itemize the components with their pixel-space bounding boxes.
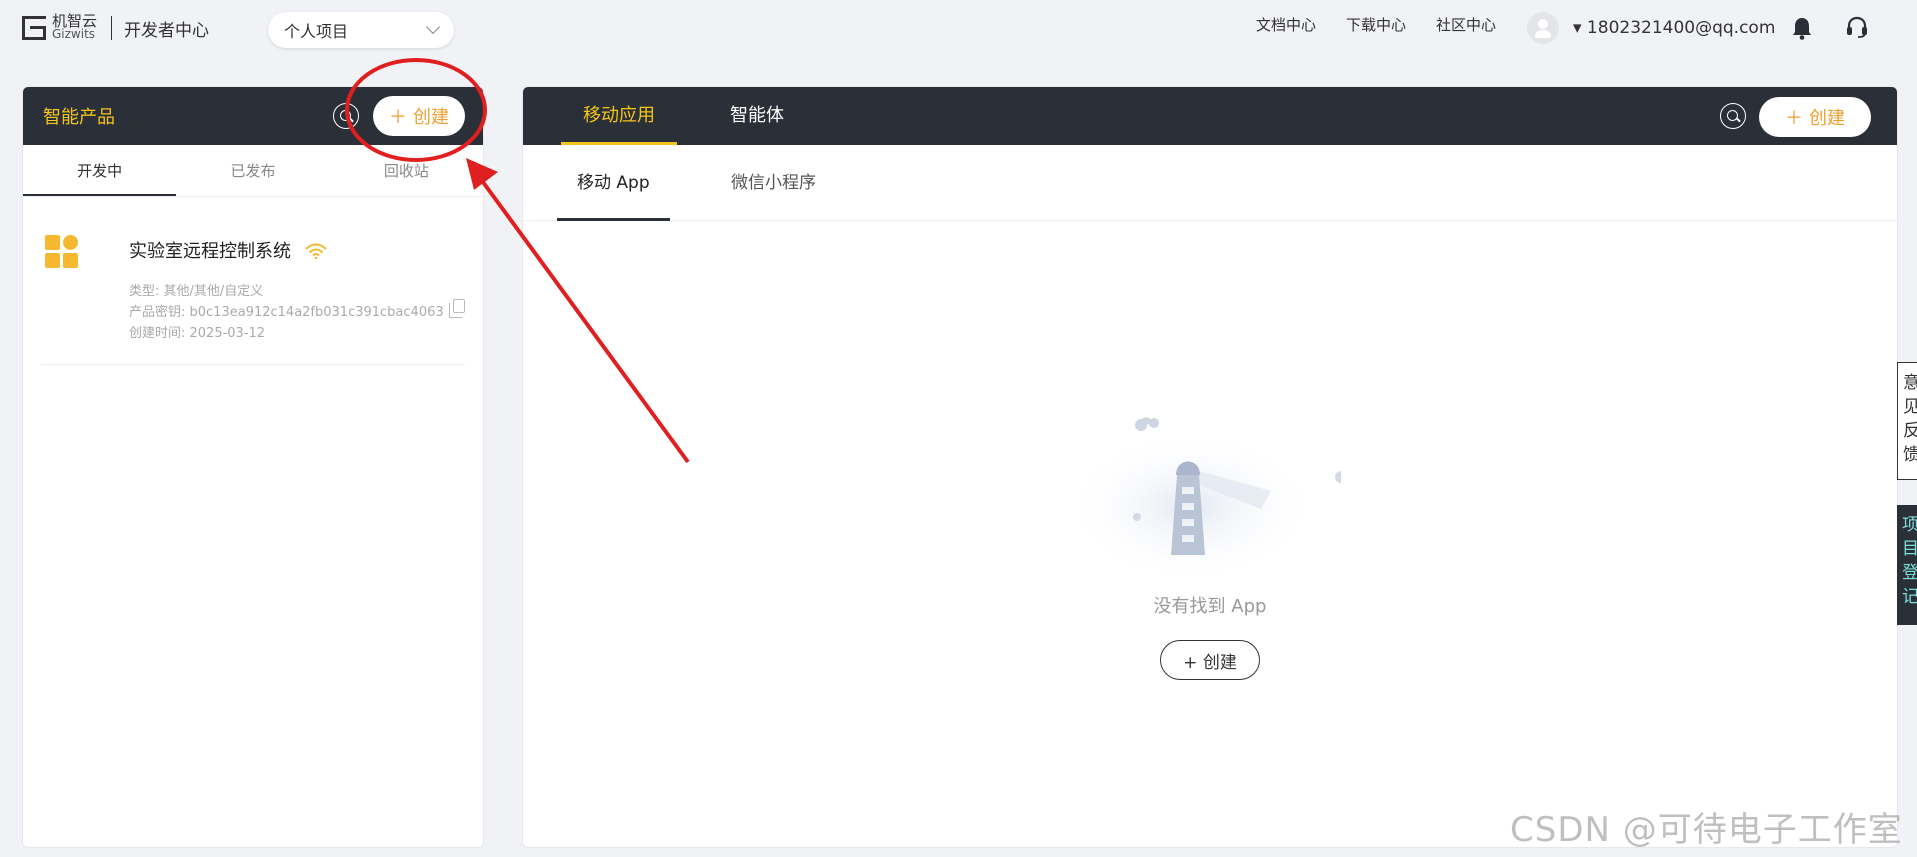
user-email[interactable]: ▾ 1802321400@qq.com	[1573, 18, 1775, 38]
product-status-tabs: 开发中 已发布 回收站	[23, 145, 483, 197]
portal-title: 开发者中心	[124, 20, 210, 41]
gizwits-logo[interactable]: 机智云 Gizwits 开发者中心	[22, 14, 209, 42]
bell-icon[interactable]	[1791, 16, 1813, 40]
tab-mobile-app[interactable]: 移动 App	[557, 145, 670, 221]
feedback-side-tab[interactable]: 意见反馈	[1897, 362, 1917, 480]
headset-icon[interactable]	[1845, 15, 1869, 39]
tab-agents[interactable]: 智能体	[730, 87, 784, 145]
project-register-side-tab[interactable]: 项目登记	[1897, 505, 1917, 625]
product-key: 产品密钥: b0c13ea912c14a2fb031c391cbac4063	[129, 305, 444, 320]
tab-recycle-bin[interactable]: 回收站	[330, 145, 483, 196]
top-bar: 机智云 Gizwits 开发者中心 个人项目 文档中心 下载中心 社区中心 ▾ …	[0, 0, 1917, 60]
search-icon[interactable]	[333, 103, 359, 129]
create-product-label: 创建	[413, 107, 449, 128]
apps-panel-header: 移动应用 智能体 ＋ 创建	[523, 87, 1897, 145]
tab-wechat-mini-program[interactable]: 微信小程序	[731, 145, 816, 221]
logo-english: Gizwits	[52, 27, 96, 41]
tab-in-development[interactable]: 开发中	[23, 145, 177, 196]
lighthouse-illustration	[1066, 417, 1341, 574]
tab-mobile-apps[interactable]: 移动应用	[561, 87, 677, 145]
watermark: CSDN @可待电子工作室	[1510, 810, 1903, 850]
empty-state-create-button[interactable]: + 创建	[1160, 640, 1260, 680]
smart-products-header: 智能产品 ＋ 创建	[23, 87, 483, 145]
create-product-button[interactable]: ＋ 创建	[373, 96, 465, 136]
plus-icon: ＋	[1785, 108, 1803, 129]
product-card[interactable]: 实验室远程控制系统 类型: 其他/其他/自定义 产品密钥: b0c13ea912…	[41, 197, 465, 365]
product-meta: 类型: 其他/其他/自定义 产品密钥: b0c13ea912c14a2fb031…	[129, 281, 444, 344]
search-icon[interactable]	[1720, 103, 1746, 129]
product-type: 类型: 其他/其他/自定义	[129, 284, 264, 299]
create-app-button[interactable]: ＋ 创建	[1759, 97, 1871, 137]
smart-products-title: 智能产品	[43, 107, 115, 128]
plus-icon: ＋	[389, 107, 407, 128]
product-name[interactable]: 实验室远程控制系统	[129, 241, 291, 262]
user-menu[interactable]: ▾ 1802321400@qq.com	[1527, 12, 1775, 44]
wifi-icon	[305, 243, 327, 259]
docs-center-link[interactable]: 文档中心	[1256, 14, 1316, 35]
empty-state-text: 没有找到 App	[1153, 596, 1267, 617]
project-selector-value: 个人项目	[284, 22, 349, 41]
project-selector[interactable]: 个人项目	[268, 12, 454, 48]
copy-icon[interactable]	[449, 299, 465, 318]
community-center-link[interactable]: 社区中心	[1436, 14, 1496, 35]
create-app-label: 创建	[1809, 108, 1845, 129]
tab-published[interactable]: 已发布	[176, 145, 329, 196]
avatar[interactable]	[1527, 12, 1559, 44]
apps-panel: 移动应用 智能体 ＋ 创建 移动 App 微信小程序 没有找到 App + 创建	[522, 86, 1898, 848]
app-type-tabs: 移动 App 微信小程序	[523, 145, 1897, 221]
product-category-icon	[45, 235, 81, 271]
chevron-down-icon	[425, 19, 441, 35]
logo-divider	[111, 16, 113, 40]
download-center-link[interactable]: 下载中心	[1346, 14, 1406, 35]
product-name-row: 实验室远程控制系统	[129, 237, 327, 263]
smart-products-panel: 智能产品 ＋ 创建 开发中 已发布 回收站 实验室远程控制系统 类型: 其他/其…	[22, 86, 484, 848]
product-created-date: 创建时间: 2025-03-12	[129, 326, 266, 341]
top-nav-links: 文档中心 下载中心 社区中心	[1256, 14, 1496, 35]
gizwits-logo-mark	[22, 14, 48, 42]
